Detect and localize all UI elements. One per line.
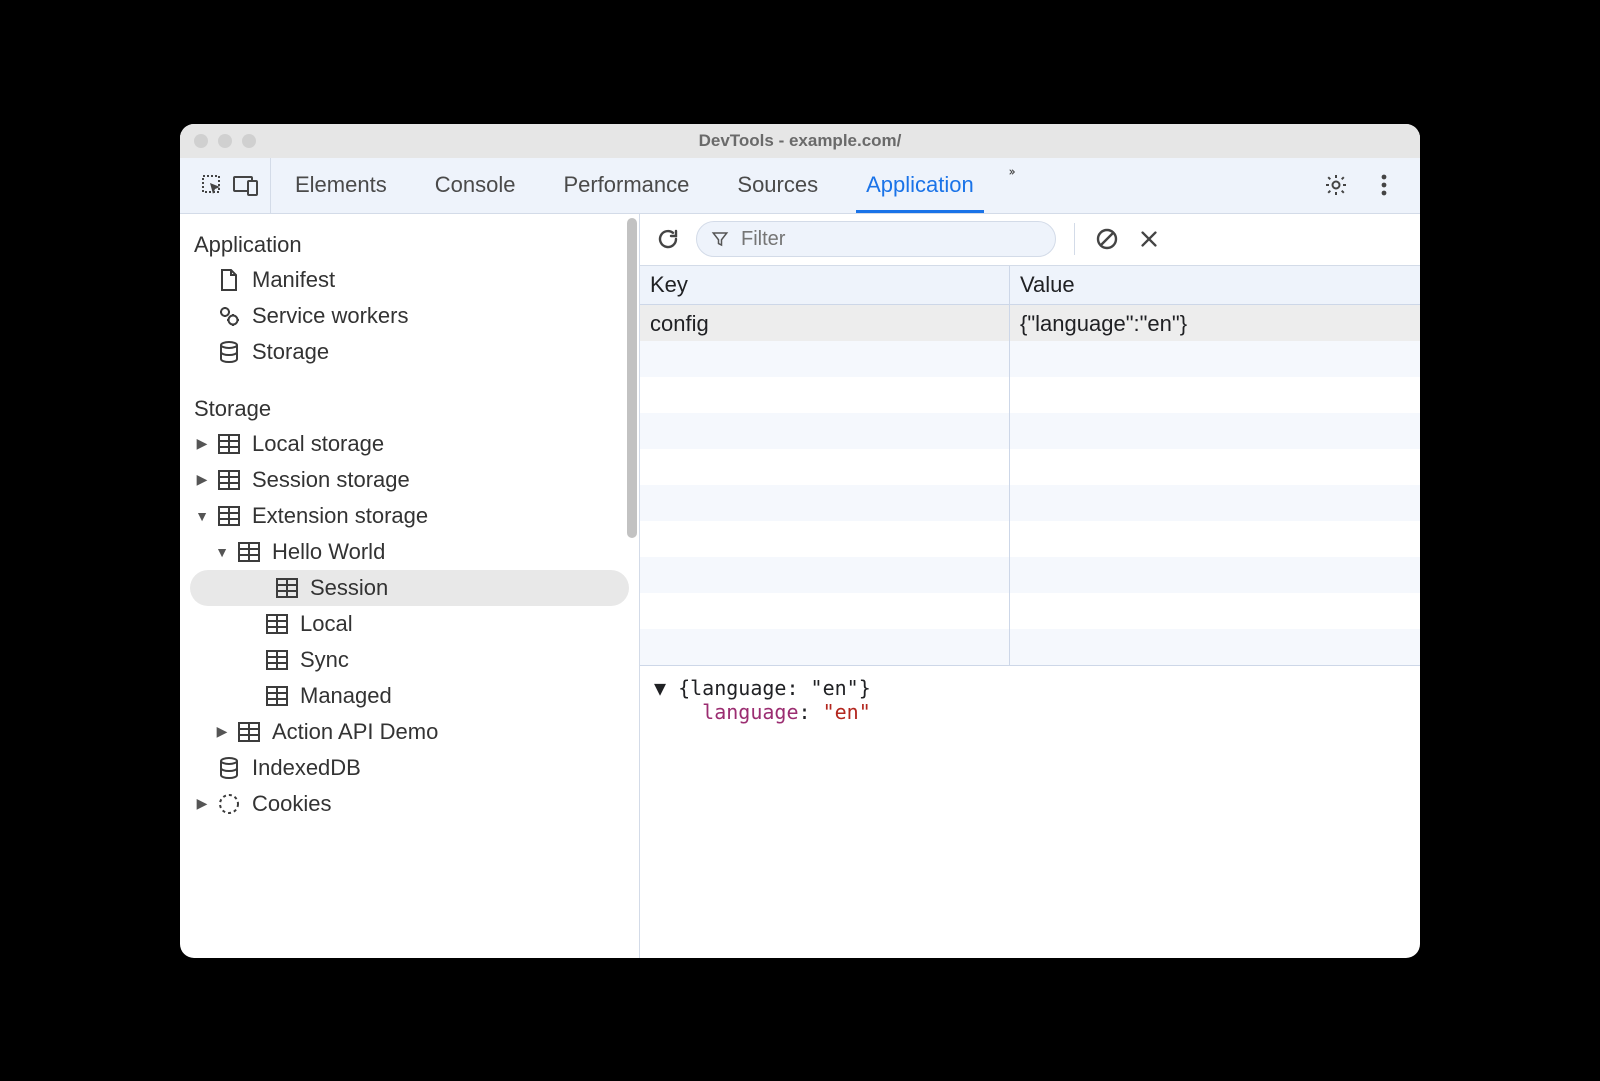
sidebar-item-local-storage[interactable]: ▶ Local storage xyxy=(180,426,639,462)
column-header-value[interactable]: Value xyxy=(1010,266,1420,304)
divider xyxy=(1074,223,1075,255)
section-application: Application xyxy=(180,228,639,262)
preview-prop-key: language xyxy=(702,700,798,724)
kebab-menu-icon[interactable] xyxy=(1370,171,1398,199)
database-icon xyxy=(216,339,242,365)
tab-label: Elements xyxy=(295,172,387,198)
tab-application[interactable]: Application xyxy=(842,158,998,213)
sidebar-item-label: Cookies xyxy=(252,791,331,817)
sidebar-item-label: Service workers xyxy=(252,303,408,329)
sidebar-item-hello-world[interactable]: ▼ Hello World xyxy=(180,534,639,570)
cookie-icon xyxy=(216,791,242,817)
main-panel: Key Value config {"language":"en"} xyxy=(640,214,1420,958)
sidebar-item-label: Sync xyxy=(300,647,349,673)
titlebar: DevTools - example.com/ xyxy=(180,124,1420,158)
table-row[interactable]: config {"language":"en"} xyxy=(640,305,1420,343)
cell-key[interactable]: config xyxy=(640,305,1010,343)
sidebar-scrollbar[interactable] xyxy=(627,218,637,538)
tab-label: Console xyxy=(435,172,516,198)
tab-performance[interactable]: Performance xyxy=(539,158,713,213)
sidebar-item-manifest[interactable]: Manifest xyxy=(180,262,639,298)
preview-summary: {language: "en"} xyxy=(678,676,871,700)
table-icon xyxy=(216,431,242,457)
value-preview[interactable]: ▼ {language: "en"} language: "en" xyxy=(640,666,1420,958)
table-icon xyxy=(264,683,290,709)
sidebar-item-ext-managed[interactable]: Managed xyxy=(180,678,639,714)
chevron-right-icon[interactable]: ▶ xyxy=(194,471,210,488)
sidebar-item-label: Extension storage xyxy=(252,503,428,529)
table-icon xyxy=(264,611,290,637)
tab-console[interactable]: Console xyxy=(411,158,540,213)
table-icon xyxy=(236,539,262,565)
section-storage: Storage xyxy=(180,392,639,426)
tab-elements[interactable]: Elements xyxy=(271,158,411,213)
sidebar-item-cookies[interactable]: ▶ Cookies xyxy=(180,786,639,822)
table-icon xyxy=(264,647,290,673)
window-controls xyxy=(194,134,256,148)
filter-input[interactable] xyxy=(739,227,1041,252)
chevron-right-icon[interactable]: ▶ xyxy=(214,723,230,740)
cell-value[interactable]: {"language":"en"} xyxy=(1010,305,1420,343)
table-icon xyxy=(274,575,300,601)
chevron-down-icon[interactable]: ▼ xyxy=(654,676,678,700)
sidebar-item-label: IndexedDB xyxy=(252,755,361,781)
more-tabs-icon[interactable] xyxy=(998,158,1026,186)
maximize-window-button[interactable] xyxy=(242,134,256,148)
inspect-element-icon[interactable] xyxy=(198,171,226,199)
tabs: Elements Console Performance Sources App… xyxy=(271,158,1026,213)
gears-icon xyxy=(216,303,242,329)
sidebar-item-extension-storage[interactable]: ▼ Extension storage xyxy=(180,498,639,534)
tab-sources[interactable]: Sources xyxy=(713,158,842,213)
chevron-down-icon[interactable]: ▼ xyxy=(214,544,230,560)
minimize-window-button[interactable] xyxy=(218,134,232,148)
preview-sep: : xyxy=(799,700,823,724)
sidebar-item-storage-root[interactable]: Storage xyxy=(180,334,639,370)
sidebar-item-label: Manifest xyxy=(252,267,335,293)
table-icon xyxy=(216,503,242,529)
preview-prop-value: "en" xyxy=(823,700,871,724)
device-toolbar-icon[interactable] xyxy=(232,171,260,199)
table-icon xyxy=(216,467,242,493)
storage-toolbar xyxy=(640,214,1420,266)
sidebar-item-service-workers[interactable]: Service workers xyxy=(180,298,639,334)
filter-box[interactable] xyxy=(696,221,1056,257)
sidebar-item-label: Storage xyxy=(252,339,329,365)
database-icon xyxy=(216,755,242,781)
sidebar-item-label: Hello World xyxy=(272,539,385,565)
sidebar-item-session-storage[interactable]: ▶ Session storage xyxy=(180,462,639,498)
tab-label: Performance xyxy=(563,172,689,198)
window-title: DevTools - example.com/ xyxy=(180,131,1420,151)
table-icon xyxy=(236,719,262,745)
sidebar-item-label: Local xyxy=(300,611,353,637)
sidebar-item-label: Action API Demo xyxy=(272,719,438,745)
storage-table: Key Value config {"language":"en"} xyxy=(640,266,1420,666)
empty-rows xyxy=(640,341,1420,665)
filter-icon xyxy=(711,230,729,248)
delete-icon[interactable] xyxy=(1135,225,1163,253)
chevron-right-icon[interactable]: ▶ xyxy=(194,435,210,452)
close-window-button[interactable] xyxy=(194,134,208,148)
tabbar: Elements Console Performance Sources App… xyxy=(180,158,1420,214)
chevron-right-icon[interactable]: ▶ xyxy=(194,795,210,812)
sidebar-item-ext-local[interactable]: Local xyxy=(180,606,639,642)
sidebar-item-label: Local storage xyxy=(252,431,384,457)
tab-label: Application xyxy=(866,172,974,198)
sidebar-item-ext-sync[interactable]: Sync xyxy=(180,642,639,678)
tab-label: Sources xyxy=(737,172,818,198)
sidebar-item-ext-session[interactable]: Session xyxy=(190,570,629,606)
clear-all-icon[interactable] xyxy=(1093,225,1121,253)
sidebar-item-label: Managed xyxy=(300,683,392,709)
sidebar-item-label: Session xyxy=(310,575,388,601)
sidebar[interactable]: Application Manifest Service workers xyxy=(180,214,640,958)
file-icon xyxy=(216,267,242,293)
column-header-key[interactable]: Key xyxy=(640,266,1010,304)
sidebar-item-indexeddb[interactable]: IndexedDB xyxy=(180,750,639,786)
devtools-window: DevTools - example.com/ Elements Console… xyxy=(180,124,1420,958)
refresh-icon[interactable] xyxy=(654,225,682,253)
sidebar-item-label: Session storage xyxy=(252,467,410,493)
settings-icon[interactable] xyxy=(1322,171,1350,199)
sidebar-item-action-api-demo[interactable]: ▶ Action API Demo xyxy=(180,714,639,750)
chevron-down-icon[interactable]: ▼ xyxy=(194,508,210,524)
